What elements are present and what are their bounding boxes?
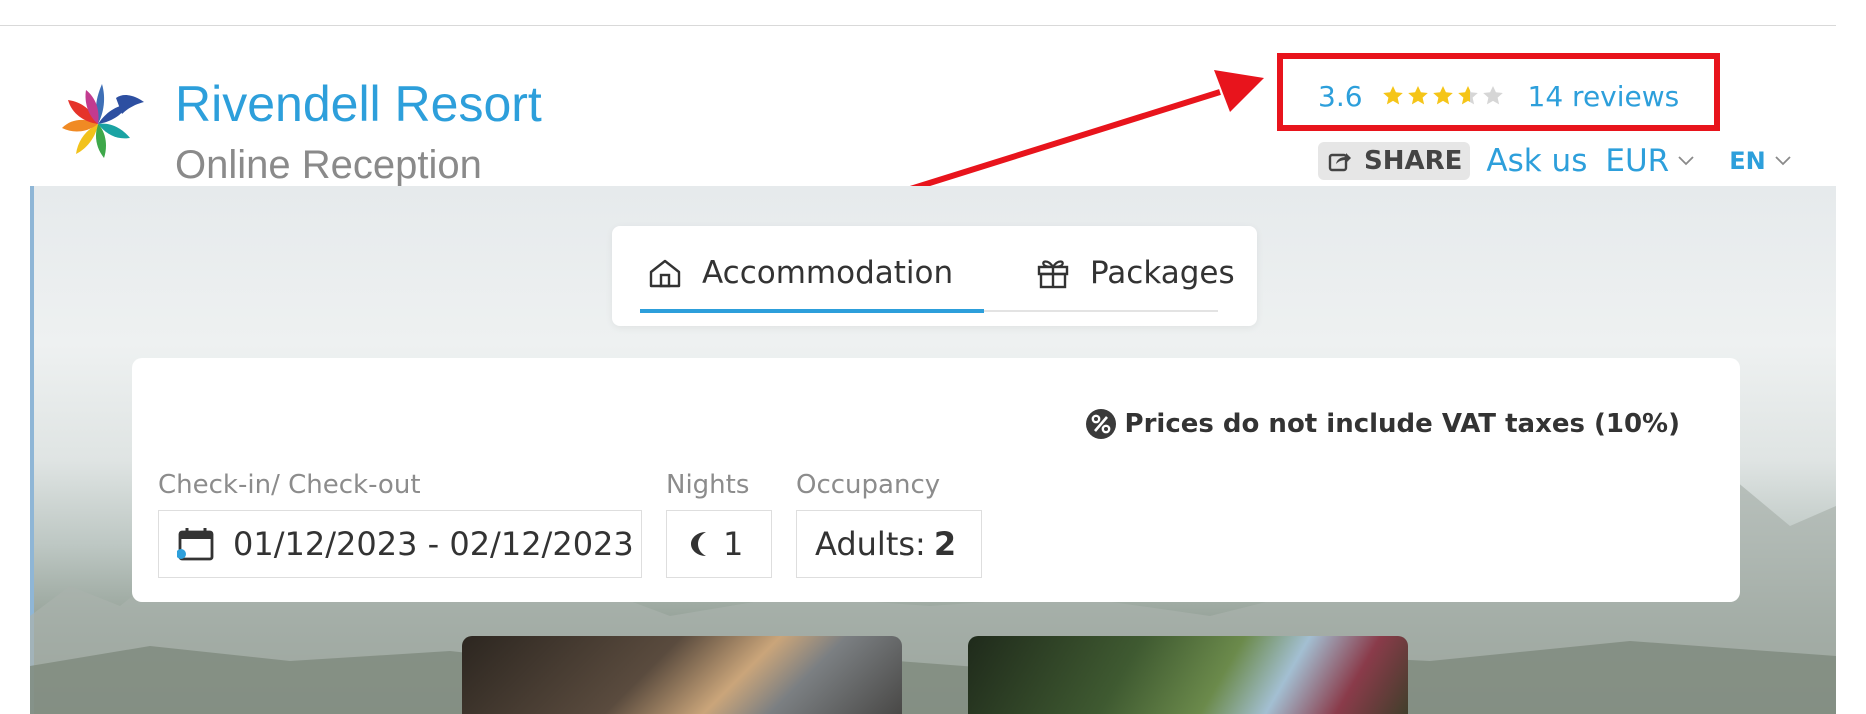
vat-notice: Prices do not include VAT taxes (10%) xyxy=(1085,408,1680,440)
moon-icon xyxy=(691,532,706,556)
tab-packages[interactable]: Packages xyxy=(1036,244,1235,302)
package-card-image[interactable] xyxy=(462,636,902,714)
tab-label: Packages xyxy=(1090,255,1235,291)
adults-value: 2 xyxy=(933,525,957,563)
calendar-icon xyxy=(177,528,214,561)
adults-label: Adults: xyxy=(815,525,926,563)
tab-label: Accommodation xyxy=(702,255,954,291)
occupancy-field[interactable]: Adults: 2 xyxy=(796,510,982,578)
vat-notice-text: Prices do not include VAT taxes (10%) xyxy=(1124,409,1680,439)
search-panel: Prices do not include VAT taxes (10%) Ch… xyxy=(132,358,1740,602)
house-icon xyxy=(649,259,681,288)
gift-icon xyxy=(1037,260,1069,289)
nights-field[interactable]: 1 xyxy=(666,510,772,578)
booking-tabs: Accommodation Packages xyxy=(612,226,1257,326)
date-range-value: 01/12/2023 - 02/12/2023 xyxy=(233,525,634,563)
occupancy-label: Occupancy xyxy=(796,470,941,500)
date-range-field[interactable]: 01/12/2023 - 02/12/2023 xyxy=(158,510,642,578)
package-card-image[interactable] xyxy=(968,636,1408,714)
tab-accommodation[interactable]: Accommodation xyxy=(648,244,953,302)
nights-value: 1 xyxy=(723,525,744,563)
nights-label: Nights xyxy=(666,470,750,500)
hero-section: Accommodation Packages Prices do not inc… xyxy=(30,186,1836,714)
percent-icon xyxy=(1085,409,1116,439)
tab-active-indicator xyxy=(640,309,984,313)
checkin-label: Check-in/ Check-out xyxy=(158,470,421,500)
